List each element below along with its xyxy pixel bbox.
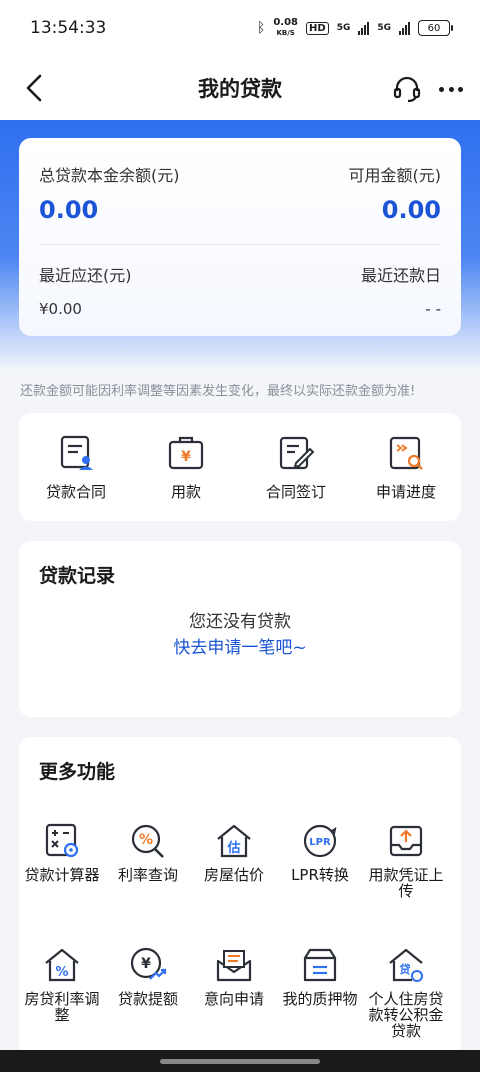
intent-apply-icon <box>216 950 252 982</box>
signal-icon-1 <box>358 21 370 35</box>
feature-calculator[interactable]: 贷款计算器 <box>19 821 105 883</box>
feature-label: 房屋估价 <box>203 866 264 884</box>
dot-icon <box>448 86 454 92</box>
repayment-notice: 还款金额可能因利率调整等因素发生变化，最终以实际还款金额为准! <box>20 384 416 399</box>
bluetooth-icon: ᛒ <box>256 20 266 36</box>
feature-label: 贷款计算器 <box>24 866 100 884</box>
svg-text:¥: ¥ <box>181 449 191 465</box>
feature-label: 意向申请 <box>203 990 264 1008</box>
mortgage-rate-icon: % <box>45 948 79 982</box>
principal-value: 0.00 <box>39 196 99 224</box>
sign-contract-icon <box>279 436 315 470</box>
status-icons: ᛒ 0.08 KB/S HD 5G 5G 60 <box>256 18 453 38</box>
recent-due-value: ¥0.00 <box>39 300 82 318</box>
dot-icon <box>439 86 444 92</box>
recent-due-label: 最近应还(元) <box>39 266 132 285</box>
feature-housing-transfer[interactable]: 贷 个人住房贷款转公积金贷款 <box>363 945 449 1039</box>
quick-action-label: 合同签订 <box>265 483 326 501</box>
customer-service-button[interactable] <box>392 74 422 104</box>
back-arrow-icon <box>26 74 42 102</box>
progress-icon <box>389 436 423 470</box>
home-indicator[interactable] <box>160 1059 320 1064</box>
status-bar: 13:54:33 ᛒ 0.08 KB/S HD 5G 5G 60 <box>0 0 480 56</box>
svg-text:贷: 贷 <box>400 962 411 976</box>
feature-house-valuation[interactable]: 估 房屋估价 <box>191 821 277 883</box>
status-time: 13:54:33 <box>30 18 107 38</box>
limit-increase-icon: ¥ <box>130 947 167 980</box>
recent-date-value: - - <box>425 300 441 318</box>
feature-label: LPR转换 <box>291 866 349 884</box>
page-title: 我的贷款 <box>198 77 282 101</box>
feature-limit-increase[interactable]: ¥ 贷款提额 <box>105 945 191 1007</box>
quick-action-label: 用款 <box>170 483 201 501</box>
net-5g-label-1: 5G <box>336 23 351 33</box>
feature-mortgage-rate[interactable]: % 房贷利率调整 <box>19 945 105 1023</box>
housing-transfer-icon: 贷 <box>389 948 423 982</box>
use-funds-icon: ¥ <box>168 436 204 470</box>
network-speed: 0.08 KB/S <box>273 18 298 38</box>
more-functions-card: 更多功能 贷款计算器 % 利率查询 估 房屋估价 LPR LPR转换 用款凭证上… <box>19 737 461 1067</box>
feature-label: 房贷利率调整 <box>24 990 100 1024</box>
recent-date-label: 最近还款日 <box>360 266 441 285</box>
loan-summary-card: 总贷款本金余额(元) 0.00 可用金额(元) 0.00 最近应还(元) ¥0.… <box>19 138 461 336</box>
quick-action-label: 申请进度 <box>375 483 436 501</box>
svg-text:¥: ¥ <box>141 956 151 972</box>
loan-records-card: 贷款记录 您还没有贷款 快去申请一笔吧~ <box>19 541 461 717</box>
more-title: 更多功能 <box>39 761 116 783</box>
collateral-icon <box>303 948 337 982</box>
feature-collateral[interactable]: 我的质押物 <box>277 945 363 1007</box>
feature-lpr[interactable]: LPR LPR转换 <box>277 821 363 883</box>
feature-label: 贷款提额 <box>117 990 178 1008</box>
feature-label: 个人住房贷款转公积金贷款 <box>368 990 444 1040</box>
feature-label: 我的质押物 <box>282 990 358 1008</box>
available-value: 0.00 <box>381 196 441 224</box>
divider <box>39 244 441 245</box>
calculator-icon <box>45 823 79 858</box>
quick-actions-card: 贷款合同 ¥ 用款 合同签订 申请进度 <box>19 413 461 521</box>
lpr-icon: LPR <box>303 824 337 858</box>
back-button[interactable] <box>22 72 52 104</box>
feature-label: 利率查询 <box>117 866 178 884</box>
quick-action-contract[interactable]: 贷款合同 <box>21 433 131 502</box>
nav-bar: 我的贷款 <box>0 56 480 120</box>
svg-text:估: 估 <box>226 840 240 856</box>
svg-text:%: % <box>55 965 68 980</box>
feature-intent-apply[interactable]: 意向申请 <box>191 945 277 1007</box>
net-5g-label-2: 5G <box>377 23 391 33</box>
battery-icon: 60 <box>418 20 453 36</box>
more-options-button[interactable] <box>436 74 466 104</box>
rate-query-icon: % <box>131 824 164 858</box>
contract-icon <box>60 435 93 470</box>
quick-action-sign[interactable]: 合同签订 <box>241 433 351 502</box>
svg-text:LPR: LPR <box>309 837 331 848</box>
feature-upload[interactable]: 用款凭证上传 <box>363 821 449 899</box>
records-title: 贷款记录 <box>39 565 116 587</box>
upload-icon <box>389 825 423 857</box>
quick-action-progress[interactable]: 申请进度 <box>351 433 461 502</box>
apply-loan-link[interactable]: 快去申请一笔吧~ <box>19 633 461 658</box>
quick-action-use-funds[interactable]: ¥ 用款 <box>131 433 241 502</box>
empty-records-text: 您还没有贷款 <box>189 612 291 632</box>
signal-icon-2 <box>399 21 410 35</box>
principal-label: 总贷款本金余额(元) <box>39 166 180 185</box>
hd-badge: HD <box>306 21 329 35</box>
dot-icon <box>458 86 463 92</box>
speed-unit: KB/S <box>276 29 295 37</box>
feature-label: 用款凭证上传 <box>368 866 444 900</box>
house-valuation-icon: 估 <box>217 824 251 858</box>
quick-action-label: 贷款合同 <box>45 483 106 501</box>
battery-level: 60 <box>427 22 441 34</box>
feature-rate-query[interactable]: % 利率查询 <box>105 821 191 883</box>
available-label: 可用金额(元) <box>348 166 442 185</box>
speed-value: 0.08 <box>273 17 299 28</box>
headset-icon <box>393 76 421 103</box>
svg-text:%: % <box>139 832 153 848</box>
